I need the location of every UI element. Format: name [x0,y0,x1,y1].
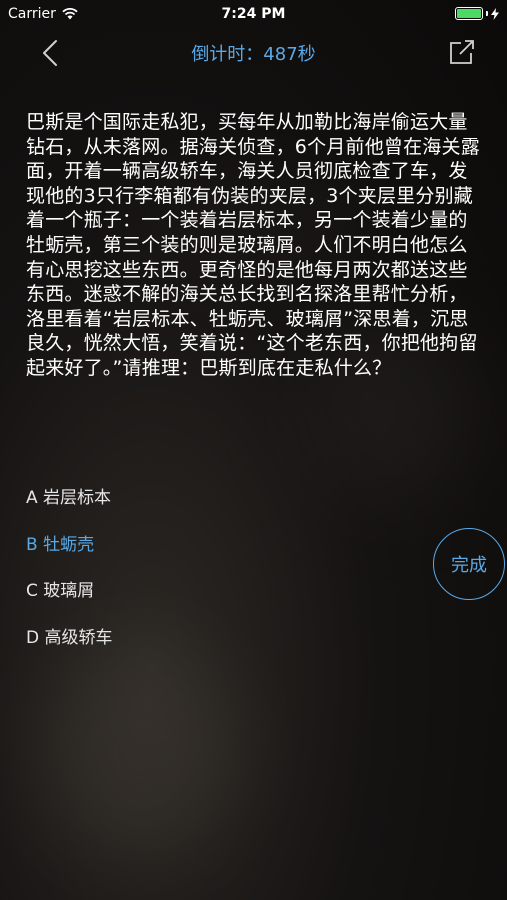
battery-group [455,7,499,20]
navigation-bar: 倒计时：487秒 [0,28,507,78]
share-icon[interactable] [447,38,477,68]
status-time: 7:24 PM [221,6,286,22]
option-c[interactable]: C 玻璃屑 [26,577,406,624]
answer-options: A 岩层标本 B 牡蛎壳 C 玻璃屑 D 高级轿车 [26,484,406,670]
done-button[interactable]: 完成 [433,528,505,600]
done-button-label: 完成 [451,555,487,576]
countdown-title: 倒计时：487秒 [191,44,316,65]
option-a[interactable]: A 岩层标本 [26,484,406,531]
bolt-icon [491,7,499,20]
battery-icon [455,7,483,20]
status-bar: Carrier 7:24 PM [0,0,507,28]
question-text: 巴斯是个国际走私犯，买每年从加勒比海岸偷运大量钻石，从未落网。据海关侦查，6个月… [26,111,480,379]
option-d[interactable]: D 高级轿车 [26,624,406,671]
background-blur [40,640,240,860]
option-b[interactable]: B 牡蛎壳 [26,531,406,578]
